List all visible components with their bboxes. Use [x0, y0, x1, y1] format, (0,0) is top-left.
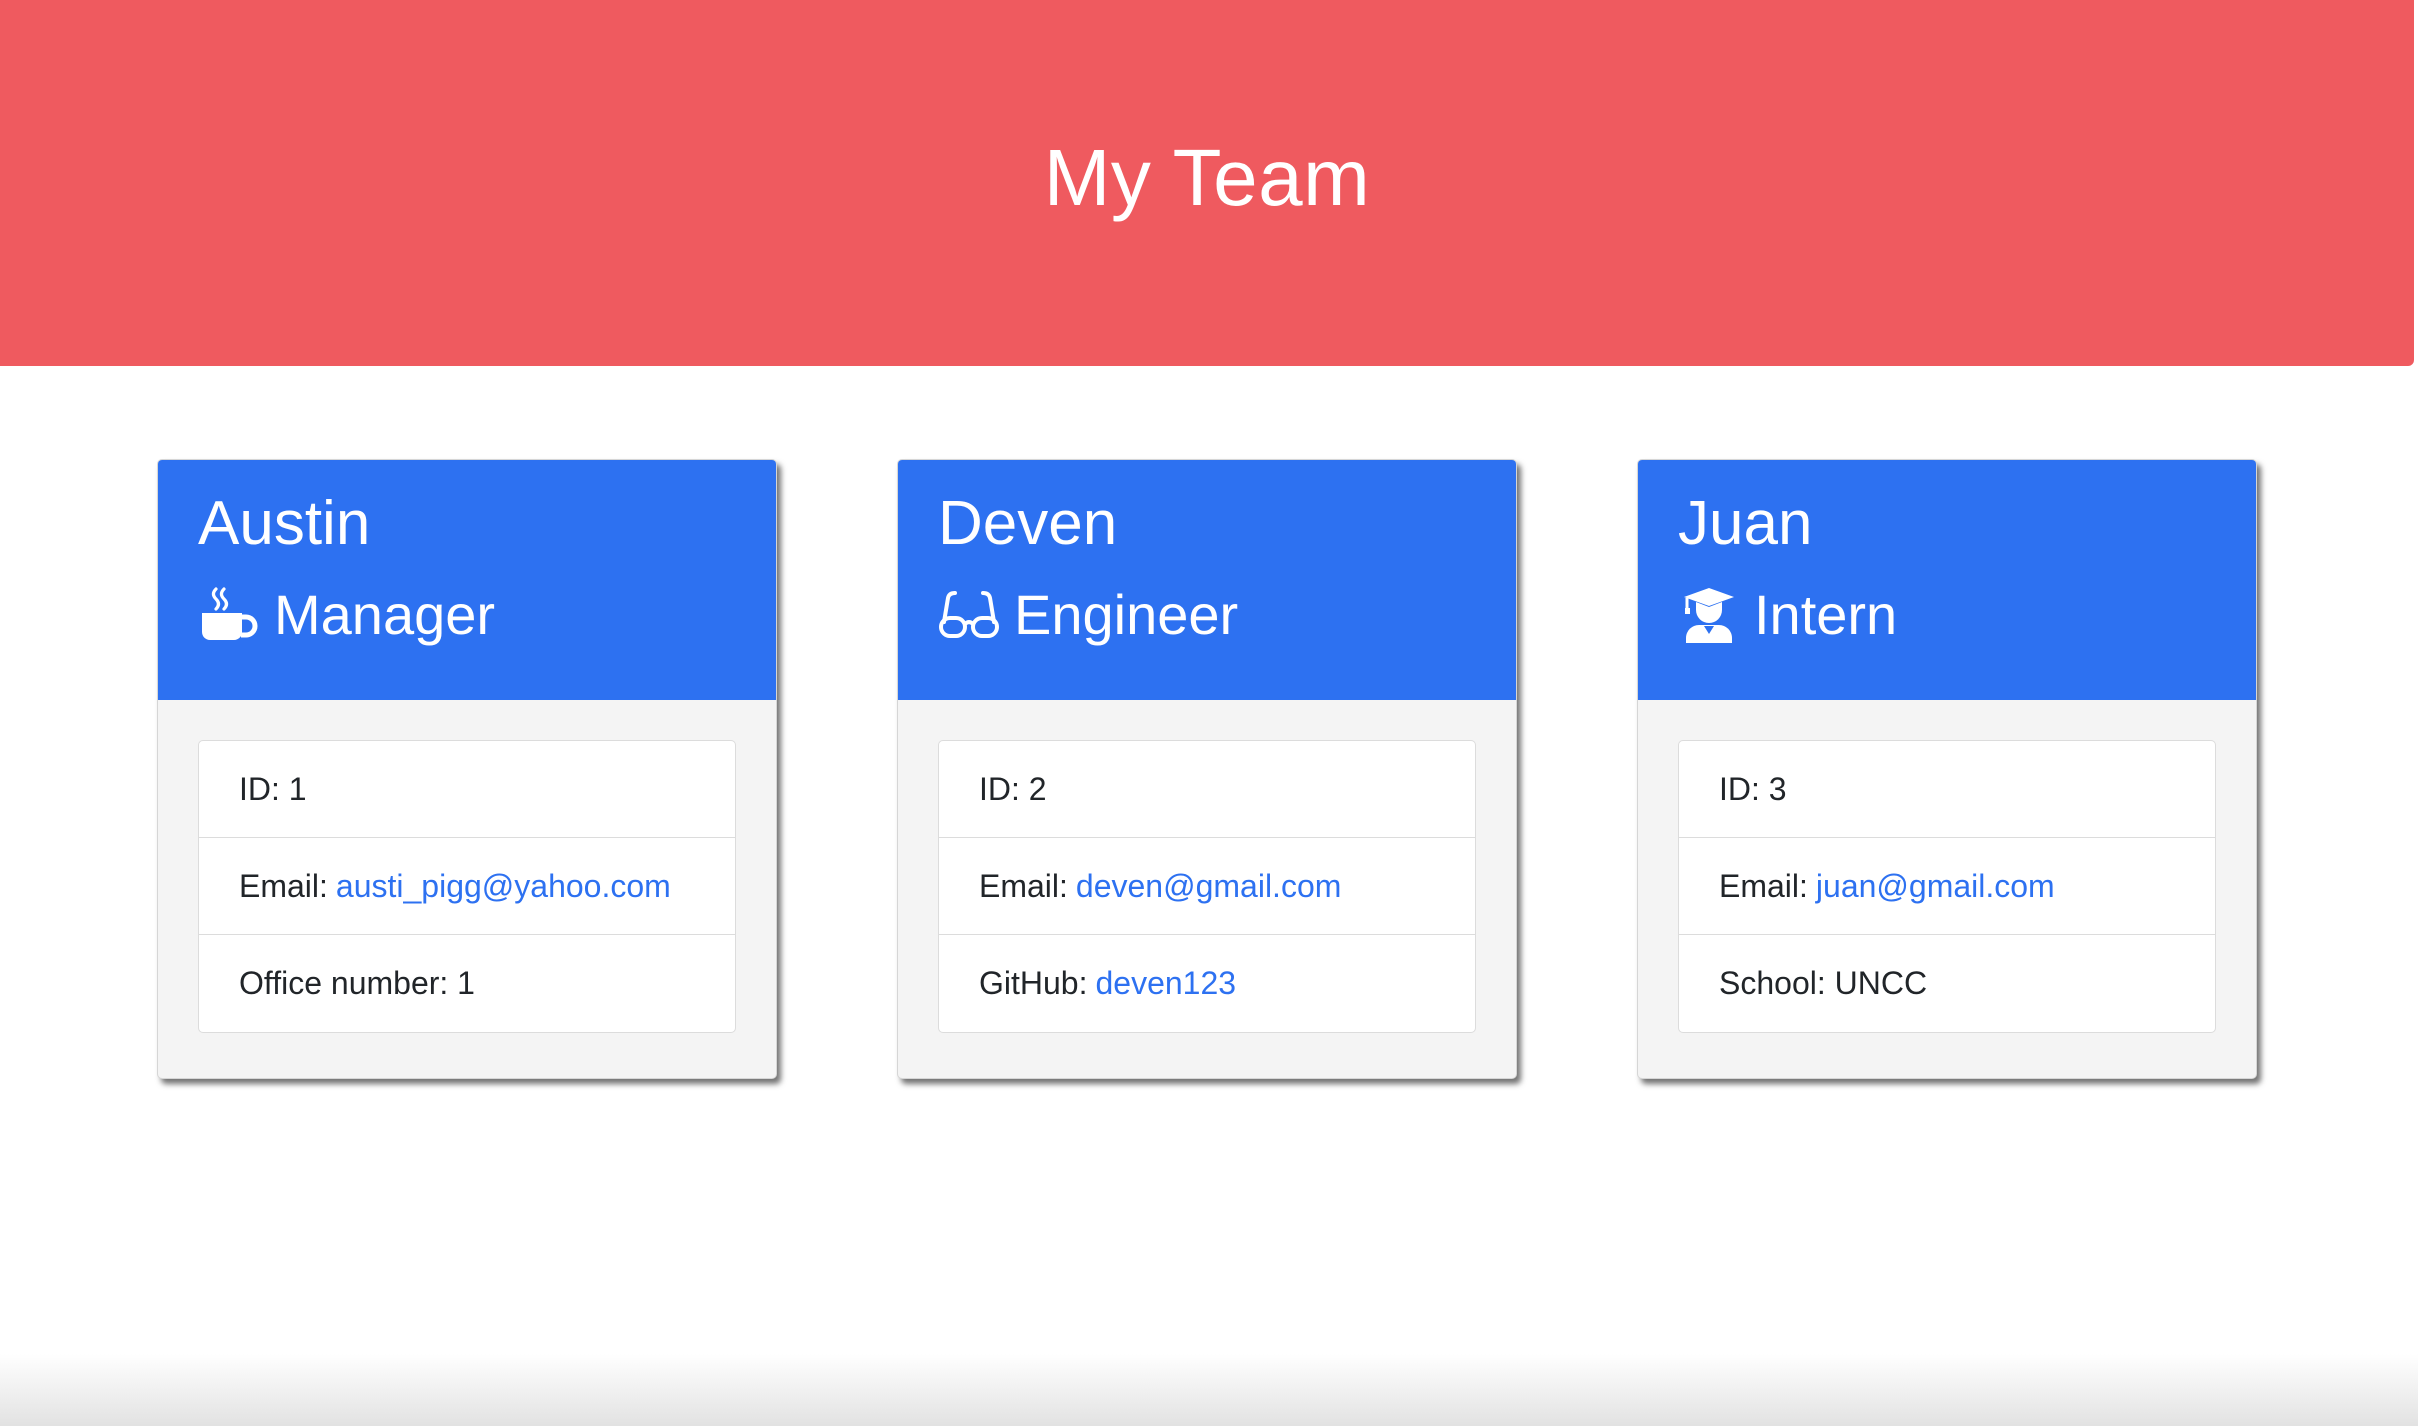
employee-name: Juan: [1678, 489, 1813, 558]
page-title: My Team: [1043, 133, 1371, 222]
employee-role: Intern: [1678, 582, 2216, 648]
id-label: ID:: [1719, 770, 1760, 807]
office-number-row: Office number: 1: [199, 935, 735, 1032]
email-link[interactable]: deven@gmail.com: [1076, 868, 1341, 905]
employee-name: Deven: [938, 489, 1118, 558]
card-header: Juan Intern: [1638, 460, 2256, 700]
employee-role: Manager: [198, 582, 736, 648]
school-label: School:: [1719, 965, 1826, 1001]
school-value: UNCC: [1834, 965, 1928, 1001]
email-label: Email:: [979, 867, 1068, 904]
card-body: ID: 2 Email: deven@gmail.com GitHub: dev…: [898, 700, 1516, 1033]
email-link[interactable]: juan@gmail.com: [1816, 868, 2055, 905]
id-label: ID:: [239, 770, 280, 807]
employee-details: ID: 2 Email: deven@gmail.com GitHub: dev…: [938, 740, 1476, 1033]
id-row: ID: 2: [939, 741, 1475, 838]
email-row: Email: deven@gmail.com: [939, 838, 1475, 935]
employee-name: Austin: [198, 489, 371, 558]
employee-card-manager: Austin Manager ID: 1 Email: austi_pigg@y…: [157, 459, 777, 1079]
employee-details: ID: 1 Email: austi_pigg@yahoo.com Office…: [198, 740, 736, 1033]
employee-role-label: Engineer: [1014, 583, 1239, 646]
employee-card-intern: Juan Intern ID: 3 Email: juan@gmail.com …: [1637, 459, 2257, 1079]
id-value: 3: [1768, 770, 1787, 807]
school-row: School: UNCC: [1679, 935, 2215, 1032]
email-row: Email: austi_pigg@yahoo.com: [199, 838, 735, 935]
employee-card-engineer: Deven Engineer ID: 2 Email: deven@gmail.…: [897, 459, 1517, 1079]
card-body: ID: 1 Email: austi_pigg@yahoo.com Office…: [158, 700, 776, 1033]
id-label: ID:: [979, 770, 1020, 807]
card-header: Deven Engineer: [898, 460, 1516, 700]
page-header: My Team: [0, 0, 2414, 366]
employee-role-label: Intern: [1754, 583, 1898, 646]
id-row: ID: 1: [199, 741, 735, 838]
email-label: Email:: [1719, 867, 1808, 904]
email-row: Email: juan@gmail.com: [1679, 838, 2215, 935]
email-link[interactable]: austi_pigg@yahoo.com: [336, 868, 671, 905]
github-row: GitHub: deven123: [939, 935, 1475, 1032]
email-label: Email:: [239, 867, 328, 904]
id-value: 1: [288, 770, 307, 807]
office-number-label: Office number:: [239, 965, 449, 1001]
github-link[interactable]: deven123: [1095, 965, 1236, 1002]
graduate-icon: [1678, 584, 1740, 646]
card-header: Austin Manager: [158, 460, 776, 700]
id-value: 2: [1028, 770, 1047, 807]
github-label: GitHub:: [979, 965, 1088, 1001]
page: My Team Austin Manager ID: 1 Email: aust…: [0, 0, 2418, 1426]
employee-role: Engineer: [938, 582, 1476, 648]
employee-details: ID: 3 Email: juan@gmail.com School: UNCC: [1678, 740, 2216, 1033]
page-bottom-fade: [0, 1354, 2418, 1426]
office-number-value: 1: [457, 965, 475, 1001]
card-body: ID: 3 Email: juan@gmail.com School: UNCC: [1638, 700, 2256, 1033]
glasses-icon: [938, 584, 1000, 646]
id-row: ID: 3: [1679, 741, 2215, 838]
coffee-mug-icon: [198, 584, 260, 646]
employee-role-label: Manager: [274, 583, 496, 646]
